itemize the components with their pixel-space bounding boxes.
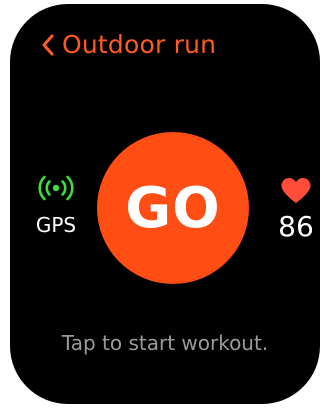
back-button[interactable]: Outdoor run xyxy=(40,30,216,60)
gps-status: GPS xyxy=(26,174,86,236)
heart-rate-value: 86 xyxy=(278,210,314,243)
page-title: Outdoor run xyxy=(62,30,217,59)
watch-screen: Outdoor run GPS GO 86 Tap to start worko… xyxy=(10,4,320,404)
hint-text: Tap to start workout. xyxy=(61,331,269,355)
heart-rate: 86 xyxy=(268,176,320,242)
go-button[interactable]: GO xyxy=(97,132,249,284)
gps-signal-icon xyxy=(38,175,74,201)
gps-label: GPS xyxy=(35,213,77,237)
go-label: GO xyxy=(125,175,221,241)
heart-icon xyxy=(281,177,311,203)
chevron-left-icon xyxy=(42,34,54,56)
